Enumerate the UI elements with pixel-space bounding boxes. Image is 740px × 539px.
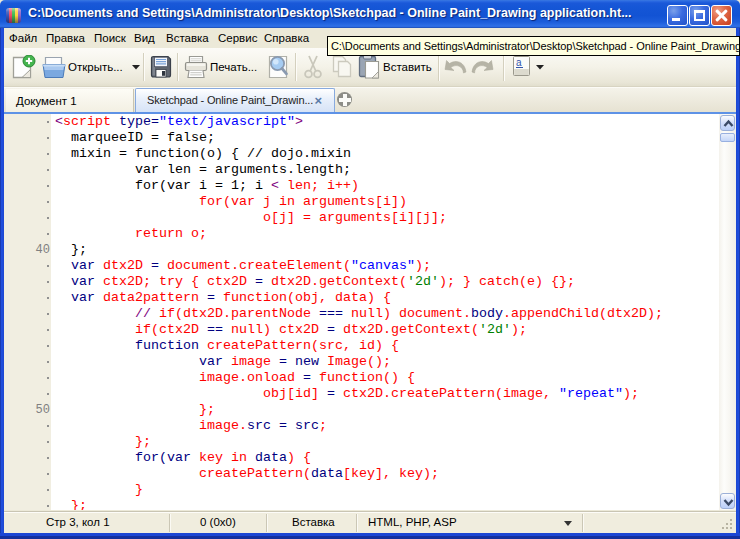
svg-text:a: a (516, 57, 522, 68)
